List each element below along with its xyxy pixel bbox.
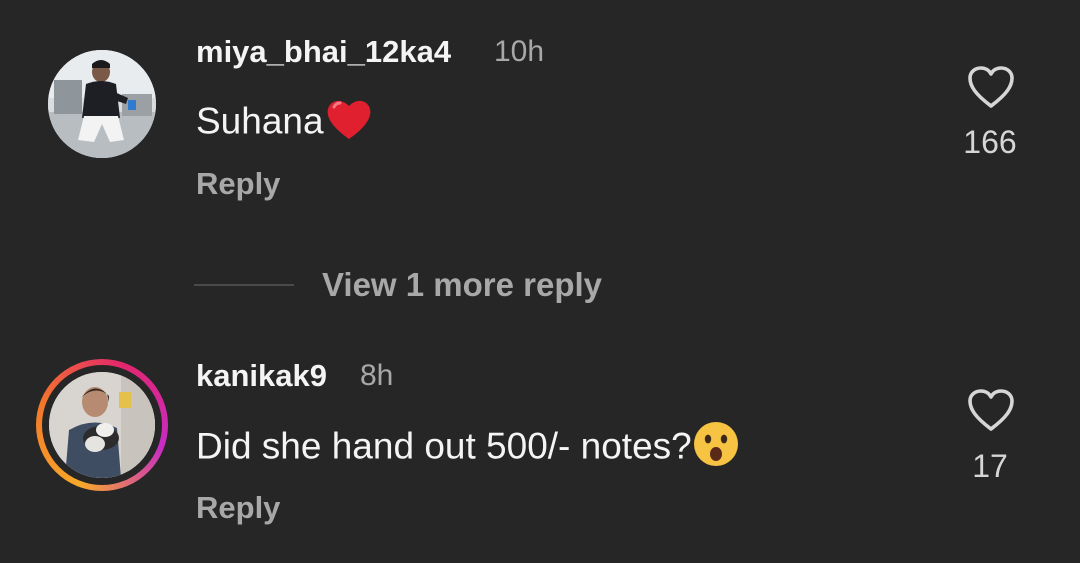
divider (194, 284, 294, 286)
reply-button[interactable]: Reply (196, 166, 280, 202)
comment-item: kanikak9 8h Did she hand out 500/- notes… (0, 340, 1080, 563)
reply-button[interactable]: Reply (196, 490, 280, 526)
comment-text: Did she hand out 500/- notes? (196, 420, 740, 477)
red-heart-emoji-icon (324, 97, 374, 150)
view-more-replies-label[interactable]: View 1 more reply (322, 266, 602, 304)
comment-text-body: Did she hand out 500/- notes? (196, 425, 692, 467)
comment-timestamp: 8h (360, 359, 394, 392)
like-count: 17 (972, 448, 1008, 484)
comment-item: miya_bhai_12ka4 10h Suhana Reply 166 Vie… (0, 0, 1080, 303)
heart-outline-icon[interactable] (966, 388, 1016, 434)
comment-timestamp: 10h (494, 35, 545, 68)
comment-text-body: Suhana (196, 100, 324, 142)
username[interactable]: miya_bhai_12ka4 (196, 34, 451, 70)
comment-text: Suhana (196, 97, 374, 150)
username[interactable]: kanikak9 (196, 358, 327, 394)
heart-outline-icon[interactable] (966, 65, 1016, 111)
astonished-face-emoji-icon (692, 420, 740, 477)
view-more-replies[interactable]: View 1 more reply (194, 262, 694, 308)
avatar-photo (48, 50, 156, 158)
like-count: 166 (963, 124, 1017, 160)
avatar[interactable] (48, 50, 156, 158)
